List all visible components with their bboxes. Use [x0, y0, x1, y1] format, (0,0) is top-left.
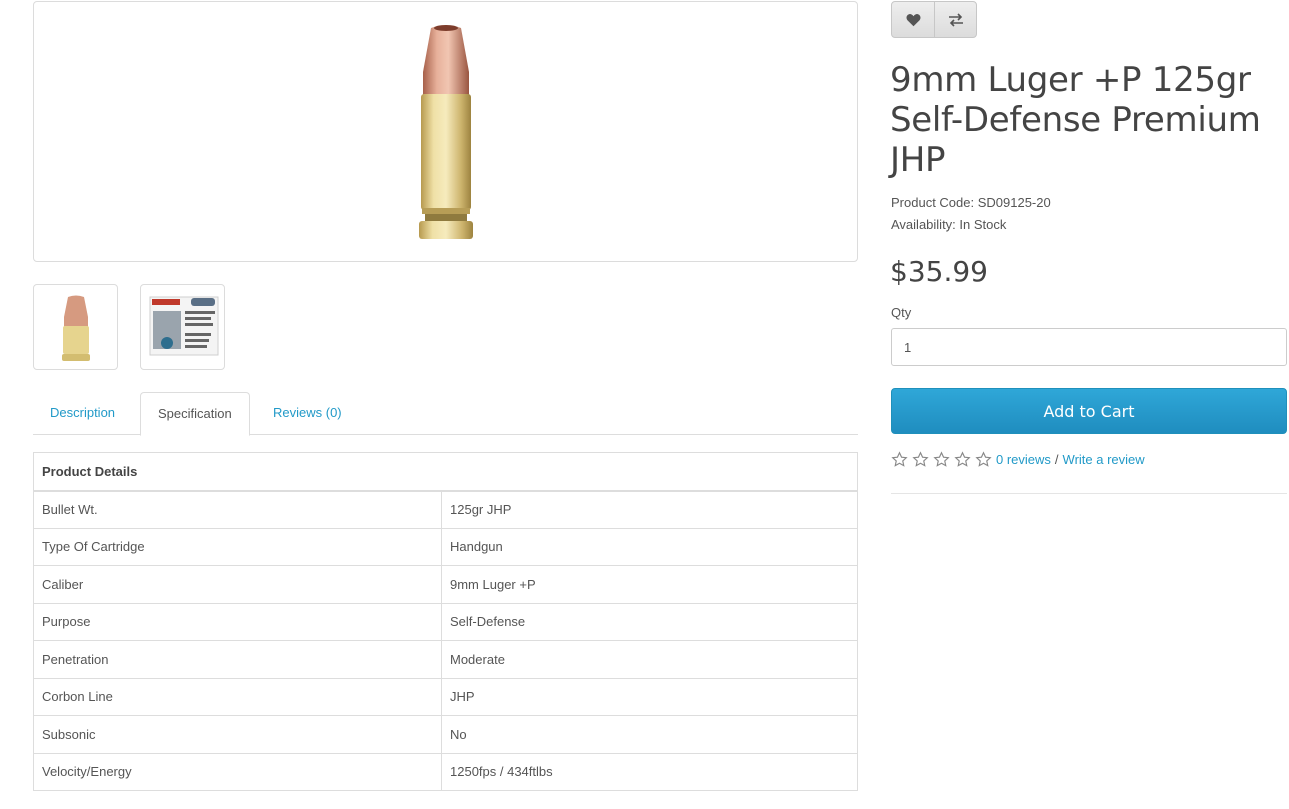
add-to-cart-button[interactable]: Add to Cart [891, 388, 1287, 434]
specification-table: Product Details Bullet Wt. 125gr JHP Type… [33, 452, 858, 791]
write-review-link[interactable]: Write a review [1063, 452, 1145, 467]
main-product-image[interactable] [33, 1, 858, 262]
spec-key: Velocity/Energy [33, 752, 442, 791]
spec-key: Subsonic [33, 715, 442, 754]
qty-label: Qty [891, 305, 912, 320]
spec-value: 125gr JHP [441, 490, 858, 529]
spec-value: Handgun [441, 527, 858, 566]
spec-key: Bullet Wt. [33, 490, 442, 529]
table-row: Type Of Cartridge Handgun [33, 527, 858, 566]
spec-value: 1250fps / 434ftlbs [441, 752, 858, 791]
thumbnail-anatomy-lesson[interactable] [140, 284, 225, 370]
heart-icon [906, 13, 920, 26]
spec-value: 9mm Luger +P [441, 565, 858, 604]
reviews-count-link[interactable]: 0 reviews [996, 452, 1051, 467]
table-row: Caliber 9mm Luger +P [33, 565, 858, 604]
star-outline-icon [912, 451, 929, 467]
spec-value: Self-Defense [441, 602, 858, 641]
product-availability: Availability: In Stock [891, 217, 1007, 232]
spec-key: Corbon Line [33, 677, 442, 716]
product-action-buttons [891, 1, 977, 38]
table-row: Corbon Line JHP [33, 677, 858, 716]
product-code: Product Code: SD09125-20 [891, 195, 1051, 210]
thumbnail-bullet[interactable] [33, 284, 118, 370]
tab-specification[interactable]: Specification [140, 392, 250, 436]
spec-key: Penetration [33, 640, 442, 679]
star-outline-icon [975, 451, 992, 467]
divider [891, 493, 1287, 494]
bullet-thumb-image [62, 295, 90, 361]
table-header: Product Details [33, 452, 858, 492]
star-outline-icon [954, 451, 971, 467]
bullet-image [419, 25, 473, 239]
product-title: 9mm Luger +P 125gr Self-Defense Premium … [890, 60, 1261, 180]
table-row: Subsonic No [33, 715, 858, 754]
add-to-wishlist-button[interactable] [892, 2, 934, 37]
table-header-row: Product Details [33, 452, 858, 492]
compare-button[interactable] [934, 2, 976, 37]
table-row: Velocity/Energy 1250fps / 434ftlbs [33, 752, 858, 791]
anatomy-lesson-thumb-image [149, 296, 219, 356]
rating-row: 0 reviews / Write a review [891, 451, 1145, 468]
table-row: Purpose Self-Defense [33, 602, 858, 641]
spec-key: Type Of Cartridge [33, 527, 442, 566]
product-tabs: Description Specification Reviews (0) [33, 392, 858, 436]
star-outline-icon [891, 451, 908, 467]
spec-key: Caliber [33, 565, 442, 604]
spec-key: Purpose [33, 602, 442, 641]
star-outline-icon [933, 451, 950, 467]
tab-reviews[interactable]: Reviews (0) [256, 392, 359, 435]
spec-value: No [441, 715, 858, 754]
spec-value: JHP [441, 677, 858, 716]
spec-value: Moderate [441, 640, 858, 679]
exchange-icon [948, 12, 963, 27]
table-row: Bullet Wt. 125gr JHP [33, 490, 858, 529]
tab-description[interactable]: Description [33, 392, 132, 435]
product-price: $35.99 [890, 255, 988, 288]
review-separator: / [1054, 452, 1059, 467]
table-row: Penetration Moderate [33, 640, 858, 679]
quantity-input[interactable] [891, 328, 1287, 366]
